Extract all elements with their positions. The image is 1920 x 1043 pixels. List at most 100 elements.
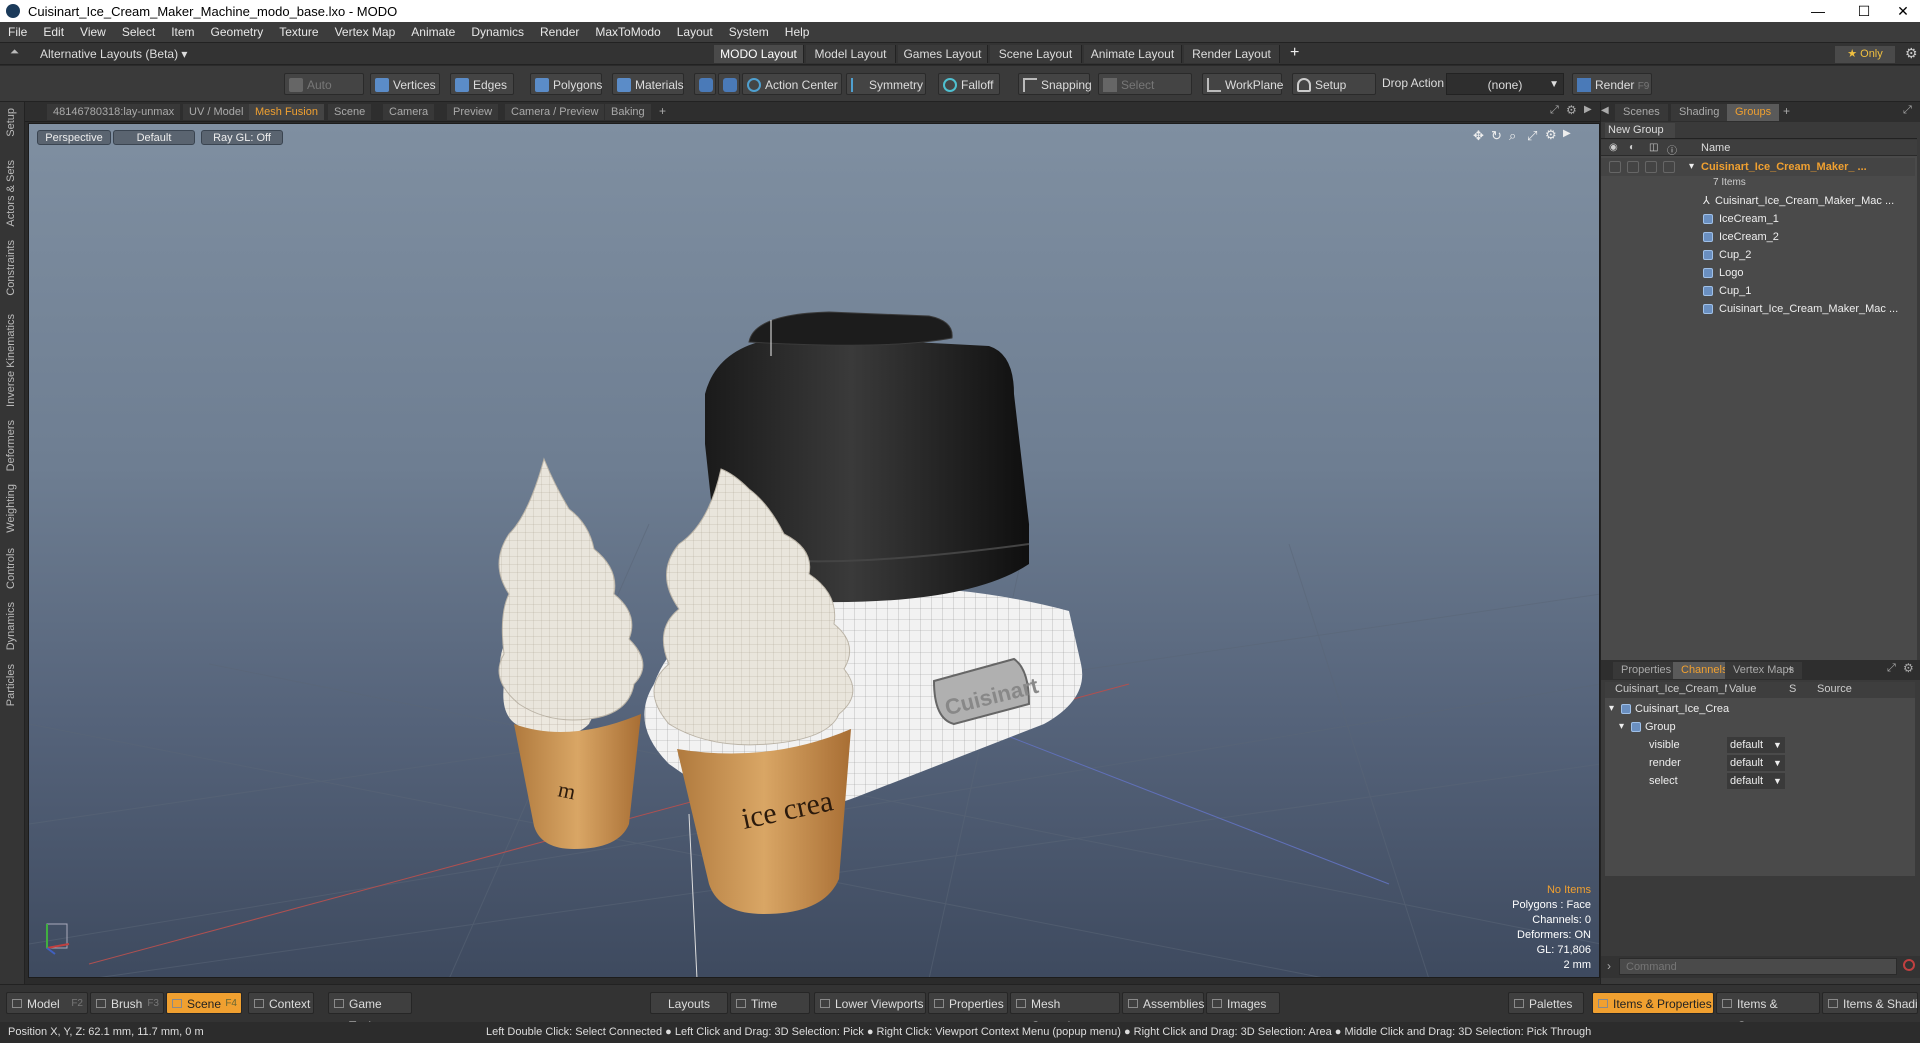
record-icon[interactable] <box>1903 959 1915 971</box>
time-button[interactable]: Time <box>730 992 810 1014</box>
side-tab-constraints[interactable]: Constraints <box>5 240 17 296</box>
arrow-right-icon[interactable]: ▶ <box>1563 128 1571 139</box>
side-tab-actors-sets[interactable]: Actors & Sets <box>5 160 17 227</box>
vp-tab-scene[interactable]: Scene <box>328 104 372 120</box>
tab-shading[interactable]: Shading <box>1671 104 1728 121</box>
menu-vertex-map[interactable]: Vertex Map <box>327 25 404 39</box>
new-group-button[interactable]: New Group <box>1605 123 1675 138</box>
vp-tab-preview[interactable]: Preview <box>447 104 499 120</box>
model-button[interactable]: Model F2 <box>6 992 88 1014</box>
add-viewport-tab[interactable]: + <box>659 104 666 118</box>
zoom-icon[interactable]: ⌕ <box>1509 128 1516 144</box>
arrow-left-icon[interactable]: ◀ <box>1601 105 1609 116</box>
tab-modo-layout[interactable]: MODO Layout <box>714 45 804 63</box>
tree-item[interactable]: Cuisinart_Ice_Cream_Maker_Mac ... <box>1601 300 1915 318</box>
workplane-button[interactable]: WorkPlane <box>1202 73 1283 95</box>
menu-system[interactable]: System <box>721 25 777 39</box>
tab-groups[interactable]: Groups <box>1727 104 1780 121</box>
game-tools-button[interactable]: Game Tools <box>328 992 412 1033</box>
3d-viewport[interactable]: m ice crea Cuisinart Perspective Default… <box>28 123 1600 978</box>
tab-model-layout[interactable]: Model Layout <box>806 45 896 63</box>
layouts-button[interactable]: Layouts <box>650 992 728 1014</box>
chevron-down-icon[interactable]: ▾ <box>1619 718 1624 736</box>
edges-button[interactable]: Edges <box>450 73 514 95</box>
vp-tab-mesh-fusion[interactable]: Mesh Fusion <box>249 104 324 120</box>
info-icon[interactable]: ⓘ <box>1667 142 1677 157</box>
items-properties-button[interactable]: Items & Properties <box>1592 992 1714 1014</box>
tab-animate-layout[interactable]: Animate Layout <box>1084 45 1182 63</box>
select-through-button[interactable]: Select Through <box>1098 73 1192 114</box>
expand-icon[interactable]: ⤢ <box>1550 104 1559 117</box>
assemblies-button[interactable]: Assemblies <box>1122 992 1204 1014</box>
tab-render-layout[interactable]: Render Layout <box>1184 45 1280 63</box>
side-tab-dynamics[interactable]: Dynamics <box>5 602 17 650</box>
eye-icon[interactable] <box>1609 161 1621 173</box>
menu-item[interactable]: Item <box>163 25 202 39</box>
fit-icon[interactable]: ⤢ <box>1527 128 1537 144</box>
auto-select-button[interactable]: Auto Select <box>284 73 364 114</box>
render-icon[interactable]: ◐ <box>1629 142 1635 153</box>
menu-select[interactable]: Select <box>114 25 163 39</box>
gear-icon[interactable]: ⚙ <box>1903 661 1914 675</box>
eye-icon[interactable]: ◉ <box>1609 142 1618 153</box>
collapse-icon[interactable]: ⏶ <box>10 46 19 59</box>
menu-maxtomodo[interactable]: MaxToModo <box>587 25 668 39</box>
drop-action-select[interactable]: (none) ▼ <box>1446 73 1564 95</box>
properties-button[interactable]: Properties <box>928 992 1008 1014</box>
menu-texture[interactable]: Texture <box>271 25 326 39</box>
tree-item[interactable]: IceCream_2 <box>1601 228 1915 246</box>
tab-scene-layout[interactable]: Scene Layout <box>990 45 1082 63</box>
items-shading-button[interactable]: Items & Shading <box>1822 992 1918 1014</box>
raygl-toggle[interactable]: Ray GL: Off <box>201 130 283 145</box>
palettes-button[interactable]: Palettes <box>1508 992 1584 1014</box>
tab-scenes[interactable]: Scenes <box>1615 104 1668 121</box>
items-groups-button[interactable]: Items & Groups <box>1716 992 1820 1033</box>
vertices-button[interactable]: Vertices <box>370 73 440 95</box>
tree-item[interactable]: IceCream_1 <box>1601 210 1915 228</box>
pan-icon[interactable]: ✥ <box>1473 128 1484 144</box>
render-button[interactable]: Render F9 <box>1572 73 1652 95</box>
vp-tab-lay-unmax[interactable]: 48146780318:lay-unmax <box>47 104 181 120</box>
channel-row[interactable]: render default ▼ <box>1605 754 1919 772</box>
channel-group-row[interactable]: ▾ Group <box>1605 718 1919 736</box>
menu-animate[interactable]: Animate <box>403 25 463 39</box>
vp-tab-baking[interactable]: Baking <box>605 104 651 120</box>
side-tab-inverse-kinematics[interactable]: Inverse Kinematics <box>5 314 17 407</box>
channel-row[interactable]: visible default ▼ <box>1605 736 1919 754</box>
only-toggle[interactable]: ★ Only <box>1835 46 1895 63</box>
tree-item[interactable]: ⅄ Cuisinart_Ice_Cream_Maker_Mac ... <box>1601 192 1915 210</box>
mesh-operations-button[interactable]: Mesh Operations <box>1010 992 1120 1033</box>
render-icon[interactable] <box>1627 161 1639 173</box>
alternative-layouts-dropdown[interactable]: Alternative Layouts (Beta) ▾ <box>40 47 187 61</box>
symmetry-button[interactable]: Symmetry <box>846 73 926 95</box>
tree-item[interactable]: Logo <box>1601 264 1915 282</box>
tree-item[interactable]: Cup_1 <box>1601 282 1915 300</box>
tree-item[interactable]: Cup_2 <box>1601 246 1915 264</box>
close-button[interactable]: ✕ <box>1880 0 1920 22</box>
arrow-right-icon[interactable]: ▶ <box>1584 104 1592 115</box>
menu-geometry[interactable]: Geometry <box>203 25 272 39</box>
side-tab-weighting[interactable]: Weighting <box>5 484 17 533</box>
menu-help[interactable]: Help <box>777 25 818 39</box>
shading-dropdown[interactable]: Default <box>113 130 195 145</box>
chevron-down-icon[interactable]: ▾ <box>1609 700 1614 718</box>
lower-viewports-button[interactable]: Lower Viewports <box>814 992 926 1014</box>
side-tab-setup[interactable]: Setup <box>5 108 17 137</box>
menu-render[interactable]: Render <box>532 25 587 39</box>
vp-tab-camera-preview[interactable]: Camera / Preview <box>505 104 605 120</box>
add-layout-button[interactable]: + <box>1290 44 1299 62</box>
side-tab-particles[interactable]: Particles <box>5 664 17 706</box>
rotate-icon[interactable]: ↻ <box>1491 128 1502 144</box>
falloff-button[interactable]: Falloff <box>938 73 1000 95</box>
channel-root-row[interactable]: ▾ Cuisinart_Ice_Crea ... <box>1605 700 1919 718</box>
symmetry-y-button[interactable] <box>718 73 740 95</box>
channel-row[interactable]: select default ▼ <box>1605 772 1919 790</box>
side-tab-deformers[interactable]: Deformers <box>5 420 17 471</box>
polygons-button[interactable]: Polygons <box>530 73 602 95</box>
vp-tab-uv-model[interactable]: UV / Model <box>183 104 250 120</box>
tab-properties[interactable]: Properties <box>1613 662 1680 679</box>
snapping-button[interactable]: Snapping <box>1018 73 1092 95</box>
materials-button[interactable]: Materials <box>612 73 684 95</box>
side-tab-controls[interactable]: Controls <box>5 548 17 589</box>
brush-button[interactable]: Brush F3 <box>90 992 164 1014</box>
